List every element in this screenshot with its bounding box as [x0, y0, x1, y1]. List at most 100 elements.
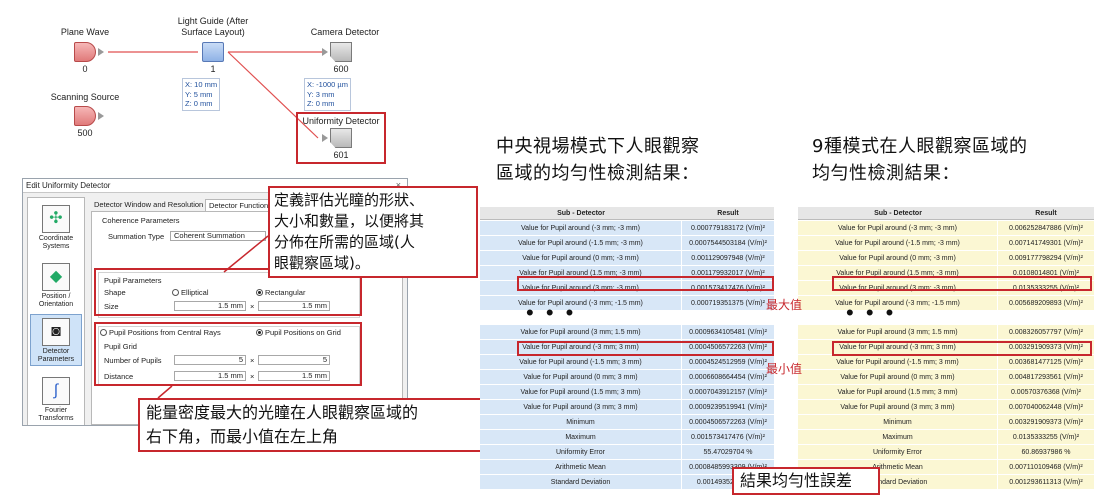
sub-detector-cell: Uniformity Error — [798, 445, 997, 460]
energy-arrow — [157, 385, 173, 399]
result-cell: 0.0004524512959 (V/m)² — [682, 355, 774, 370]
sub-detector-cell: Value for Pupil around (1.5 mm; 3 mm) — [798, 385, 997, 400]
sub-detector-cell: Value for Pupil around (3 mm; 3 mm) — [480, 400, 681, 415]
result-cell: 0.007141749301 (V/m)² — [998, 236, 1094, 251]
sub-detector-cell: Value for Pupil around (-3 mm; -1.5 mm) — [480, 296, 681, 311]
result-cell: 0.004817293561 (V/m)² — [998, 370, 1094, 385]
define-line-2: 大小和數量，以便將其 — [274, 212, 425, 230]
header-sub-detector: Sub - Detector — [557, 210, 605, 217]
left-heading: 中央視場模式下人眼觀察 區域的均勻性檢測結果： — [496, 133, 700, 187]
result-cell: 0.008326057797 (V/m)² — [998, 325, 1094, 340]
result-cell: 0.0009634105481 (V/m)² — [682, 325, 774, 340]
left-heading-line2: 區域的均勻性檢測結果： — [496, 163, 700, 184]
sub-detector-cell: Maximum — [798, 430, 997, 445]
result-cell: 0.006252847886 (V/m)² — [998, 221, 1094, 236]
result-cell: 0.0007043912157 (V/m)² — [682, 385, 774, 400]
sub-detector-cell: Value for Pupil around (1.5 mm; 3 mm) — [480, 385, 681, 400]
define-callout: 定義評估光瞳的形狀、 大小和數量，以便將其 分佈在所需的區域(人 眼觀察區域)。 — [268, 186, 478, 278]
result-cell: 0.001573417476 (V/m)² — [682, 430, 774, 445]
table-row: Value for Pupil around (-1.5 mm; -3 mm) 0… — [480, 236, 774, 251]
result-cell: 0.0135333255 (V/m)² — [998, 430, 1094, 445]
table-row: Arithmetic Mean 0.0008485993309 (V/m)² — [480, 460, 774, 475]
energy-line-2: 右下角，而最小值在左上角 — [146, 427, 339, 446]
min-value-label: 最小值 — [766, 362, 803, 376]
define-line-3: 分佈在所需的區域(人 — [274, 233, 415, 251]
table-header: Sub - Detector Result — [798, 207, 1094, 220]
header-sub-detector: Sub - Detector — [874, 210, 922, 217]
left-heading-line1: 中央視場模式下人眼觀察 — [496, 136, 700, 157]
result-cell: 0.009177798294 (V/m)² — [998, 251, 1094, 266]
sub-detector-cell: Value for Pupil around (-1.5 mm; 3 mm) — [798, 355, 997, 370]
sub-detector-cell: Minimum — [798, 415, 997, 430]
table-row: Uniformity Error 60.86937986 % — [798, 445, 1094, 460]
table-row: Value for Pupil around (3 mm; 1.5 mm) 0.0… — [480, 325, 774, 340]
table-row: Maximum 0.0135333255 (V/m)² — [798, 430, 1094, 445]
result-cell: 0.0004506572263 (V/m)² — [682, 415, 774, 430]
table-row: Value for Pupil around (3 mm; 1.5 mm) 0.0… — [798, 325, 1094, 340]
result-cell: 0.001293611313 (V/m)² — [998, 475, 1094, 490]
table-row: Value for Pupil around (0 mm; -3 mm) 0.00… — [480, 251, 774, 266]
sub-detector-cell: Standard Deviation — [480, 475, 681, 490]
result-cell: 0.0006608664454 (V/m)² — [682, 370, 774, 385]
sub-detector-cell: Value for Pupil around (-1.5 mm; -3 mm) — [480, 236, 681, 251]
table-row: Value for Pupil around (0 mm; -3 mm) 0.00… — [798, 251, 1094, 266]
right-heading-line1: 9種模式在人眼觀察區域的 — [812, 136, 1028, 157]
sub-detector-cell: Value for Pupil around (-3 mm; -3 mm) — [798, 221, 997, 236]
right-min-highlight — [832, 341, 1092, 356]
sub-detector-cell: Value for Pupil around (3 mm; 1.5 mm) — [480, 325, 681, 340]
sub-detector-cell: Value for Pupil around (-3 mm; -1.5 mm) — [798, 296, 997, 311]
table-row: Value for Pupil around (0 mm; 3 mm) 0.000… — [480, 370, 774, 385]
table-row: Value for Pupil around (1.5 mm; 3 mm) 0.0… — [798, 385, 1094, 400]
sub-detector-cell: Value for Pupil around (0 mm; 3 mm) — [480, 370, 681, 385]
result-cell: 55.47029704 % — [682, 445, 774, 460]
table-row: Value for Pupil around (-3 mm; -3 mm) 0.0… — [798, 221, 1094, 236]
table-row: Minimum 0.0004506572263 (V/m)² — [480, 415, 774, 430]
sub-detector-cell: Value for Pupil around (-3 mm; -3 mm) — [480, 221, 681, 236]
table-row: Value for Pupil around (3 mm; 3 mm) 0.007… — [798, 400, 1094, 415]
right-ellipsis: • • • — [846, 300, 897, 325]
right-max-highlight — [832, 276, 1092, 291]
table-row: Value for Pupil around (-3 mm; -1.5 mm) 0… — [480, 296, 774, 311]
right-heading: 9種模式在人眼觀察區域的 均勻性檢測結果： — [812, 133, 1027, 187]
uniformity-error-callout: 結果均勻性誤差 — [732, 467, 880, 495]
sub-detector-cell: Value for Pupil around (0 mm; -3 mm) — [798, 251, 997, 266]
result-cell: 60.86937986 % — [998, 445, 1094, 460]
table-row: Value for Pupil around (-3 mm; -1.5 mm) 0… — [798, 296, 1094, 311]
sub-detector-cell: Value for Pupil around (0 mm; 3 mm) — [798, 370, 997, 385]
result-cell: 0.005689209893 (V/m)² — [998, 296, 1094, 311]
sub-detector-cell: Value for Pupil around (-1.5 mm; 3 mm) — [480, 355, 681, 370]
sub-detector-cell: Value for Pupil around (3 mm; 1.5 mm) — [798, 325, 997, 340]
table-row: Value for Pupil around (1.5 mm; 3 mm) 0.0… — [480, 385, 774, 400]
table-header: Sub - Detector Result — [480, 207, 774, 220]
table-row: Value for Pupil around (0 mm; 3 mm) 0.004… — [798, 370, 1094, 385]
sub-detector-cell: Value for Pupil around (3 mm; 3 mm) — [798, 400, 997, 415]
define-line-1: 定義評估光瞳的形狀、 — [274, 191, 425, 209]
result-cell: 0.003291909373 (V/m)² — [998, 415, 1094, 430]
table-row: Minimum 0.003291909373 (V/m)² — [798, 415, 1094, 430]
table-row: Standard Deviation 0.001493521 (V/m)² — [480, 475, 774, 490]
energy-line-1: 能量密度最大的光瞳在人眼觀察區域的 — [146, 403, 419, 422]
result-cell: 0.00570376368 (V/m)² — [998, 385, 1094, 400]
max-value-label: 最大值 — [766, 298, 803, 312]
left-min-highlight — [517, 341, 774, 356]
result-cell: 0.0007544503184 (V/m)² — [682, 236, 774, 251]
table-row: Maximum 0.001573417476 (V/m)² — [480, 430, 774, 445]
table-row: Value for Pupil around (-1.5 mm; -3 mm) 0… — [798, 236, 1094, 251]
table-row: Value for Pupil around (-1.5 mm; 3 mm) 0.… — [480, 355, 774, 370]
result-cell: 0.001129097948 (V/m)² — [682, 251, 774, 266]
sub-detector-cell: Arithmetic Mean — [480, 460, 681, 475]
result-cell: 0.000719351375 (V/m)² — [682, 296, 774, 311]
sub-detector-cell: Minimum — [480, 415, 681, 430]
header-result: Result — [1035, 210, 1057, 217]
result-cell: 0.003681477125 (V/m)² — [998, 355, 1094, 370]
left-max-highlight — [517, 276, 774, 291]
sub-detector-cell: Uniformity Error — [480, 445, 681, 460]
sub-detector-cell: Value for Pupil around (-1.5 mm; -3 mm) — [798, 236, 997, 251]
define-arrow — [223, 235, 269, 273]
result-cell: 0.0009239519941 (V/m)² — [682, 400, 774, 415]
energy-callout: 能量密度最大的光瞳在人眼觀察區域的 右下角，而最小值在左上角 — [138, 398, 498, 452]
result-cell: 0.007110109468 (V/m)² — [998, 460, 1094, 475]
left-ellipsis: • • • — [526, 300, 577, 325]
define-line-4: 眼觀察區域)。 — [274, 254, 370, 272]
right-heading-line2: 均勻性檢測結果： — [812, 163, 960, 184]
